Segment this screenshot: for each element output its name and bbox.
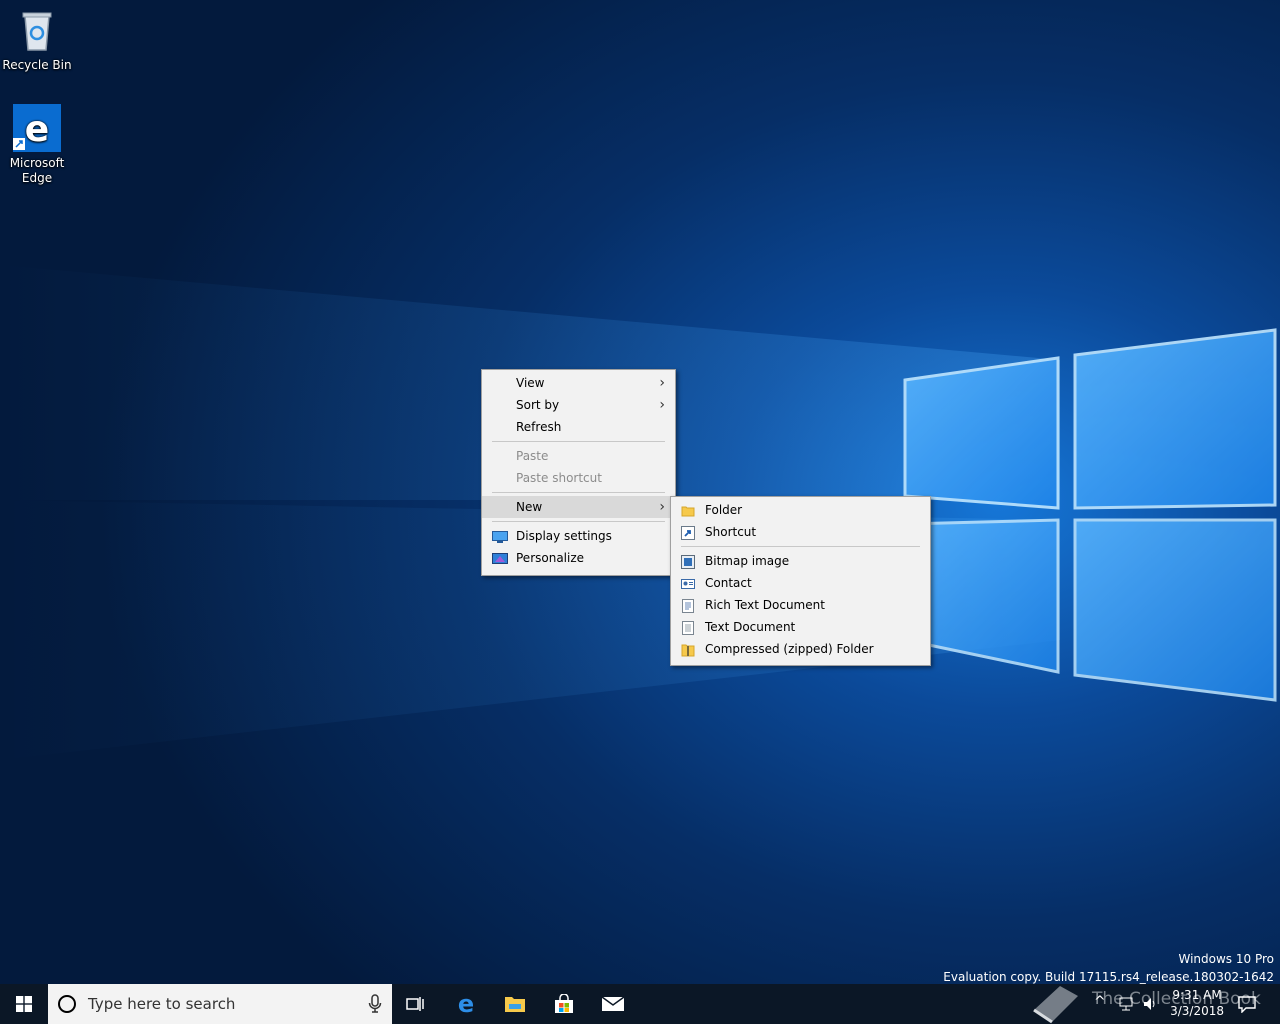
menu-separator xyxy=(492,521,665,522)
mail-icon xyxy=(601,996,625,1011)
taskbar: Type here to search e The Collection Boo… xyxy=(0,984,1280,1024)
watermark-edition: Windows 10 Pro xyxy=(1178,952,1274,966)
microsoft-edge-shortcut[interactable]: e Microsoft Edge xyxy=(1,104,73,186)
submenu-item-text-label: Text Document xyxy=(705,620,796,634)
text-document-icon xyxy=(681,620,695,635)
rich-text-document-icon xyxy=(681,598,695,613)
svg-text:e: e xyxy=(458,993,474,1015)
search-placeholder: Type here to search xyxy=(88,995,236,1013)
submenu-item-shortcut[interactable]: Shortcut xyxy=(671,521,930,543)
menu-item-new[interactable]: New › xyxy=(482,496,675,518)
clock-date: 3/3/2018 xyxy=(1170,1004,1224,1018)
windows-logo-icon xyxy=(16,996,32,1012)
system-tray: The Collection Book ^ 9:31 AM 3/3/2018 xyxy=(1030,984,1280,1024)
personalize-icon xyxy=(492,551,508,565)
recycle-bin-label: Recycle Bin xyxy=(2,58,72,72)
menu-item-paste-shortcut-label: Paste shortcut xyxy=(516,471,602,485)
menu-item-paste-shortcut: Paste shortcut xyxy=(482,467,675,489)
desktop-context-menu: View › Sort by › Refresh Paste Paste sho… xyxy=(481,369,676,576)
display-settings-icon xyxy=(492,529,508,543)
submenu-item-zip-label: Compressed (zipped) Folder xyxy=(705,642,874,656)
recycle-bin-shortcut[interactable]: Recycle Bin xyxy=(1,6,73,73)
chevron-right-icon: › xyxy=(659,397,665,413)
menu-item-view-label: View xyxy=(516,376,545,390)
menu-separator xyxy=(681,546,920,547)
book-overlay-icon xyxy=(1033,986,1078,1024)
menu-item-personalize[interactable]: Personalize xyxy=(482,547,675,569)
taskbar-store-button[interactable] xyxy=(540,984,588,1024)
folder-icon xyxy=(681,503,695,517)
submenu-item-folder[interactable]: Folder xyxy=(671,499,930,521)
microphone-icon[interactable] xyxy=(368,994,382,1017)
menu-item-display-settings[interactable]: Display settings xyxy=(482,525,675,547)
menu-item-sort-by[interactable]: Sort by › xyxy=(482,394,675,416)
menu-item-sort-by-label: Sort by xyxy=(516,398,560,412)
menu-item-display-settings-label: Display settings xyxy=(516,529,612,543)
store-icon xyxy=(555,994,573,1013)
menu-item-paste: Paste xyxy=(482,445,675,467)
network-icon[interactable] xyxy=(1118,996,1134,1012)
taskbar-clock[interactable]: 9:31 AM 3/3/2018 xyxy=(1170,987,1224,1019)
action-center-icon[interactable] xyxy=(1238,995,1256,1013)
submenu-item-rich-text-document[interactable]: Rich Text Document xyxy=(671,594,930,616)
shortcut-icon xyxy=(681,525,695,540)
menu-item-refresh[interactable]: Refresh xyxy=(482,416,675,438)
submenu-item-shortcut-label: Shortcut xyxy=(705,525,757,539)
menu-item-view[interactable]: View › xyxy=(482,372,675,394)
bitmap-image-icon xyxy=(681,554,695,569)
contact-icon xyxy=(681,576,695,590)
start-button[interactable] xyxy=(0,984,48,1024)
submenu-item-rtf-label: Rich Text Document xyxy=(705,598,825,612)
recycle-bin-icon xyxy=(13,6,61,54)
submenu-item-folder-label: Folder xyxy=(705,503,743,517)
microsoft-edge-label: Microsoft Edge xyxy=(9,156,65,185)
task-view-icon xyxy=(406,997,424,1011)
zip-folder-icon xyxy=(681,642,695,657)
menu-item-refresh-label: Refresh xyxy=(516,420,562,434)
menu-item-personalize-label: Personalize xyxy=(516,551,585,565)
taskbar-file-explorer-button[interactable] xyxy=(491,984,539,1024)
taskbar-search-box[interactable]: Type here to search xyxy=(48,984,392,1024)
show-hidden-icons-chevron-icon[interactable]: ^ xyxy=(1094,994,1106,1010)
volume-icon[interactable] xyxy=(1142,996,1158,1012)
task-view-button[interactable] xyxy=(392,984,440,1024)
evaluation-watermark: Windows 10 Pro Evaluation copy. Build 17… xyxy=(943,950,1274,986)
submenu-item-bitmap-image[interactable]: Bitmap image xyxy=(671,550,930,572)
menu-item-paste-label: Paste xyxy=(516,449,549,463)
menu-separator xyxy=(492,492,665,493)
chevron-right-icon: › xyxy=(659,375,665,391)
submenu-item-compressed-folder[interactable]: Compressed (zipped) Folder xyxy=(671,638,930,660)
submenu-item-bitmap-label: Bitmap image xyxy=(705,554,790,568)
taskbar-mail-button[interactable] xyxy=(589,984,637,1024)
menu-item-new-label: New xyxy=(516,500,543,514)
taskbar-edge-button[interactable]: e xyxy=(442,984,490,1024)
submenu-item-text-document[interactable]: Text Document xyxy=(671,616,930,638)
menu-separator xyxy=(492,441,665,442)
clock-time: 9:31 AM xyxy=(1172,988,1222,1002)
submenu-item-contact-label: Contact xyxy=(705,576,752,590)
cortana-icon xyxy=(58,995,76,1013)
new-submenu: Folder Shortcut Bitmap image Contact Ric… xyxy=(670,496,931,666)
edge-icon: e xyxy=(13,104,61,152)
submenu-item-contact[interactable]: Contact xyxy=(671,572,930,594)
svg-text:e: e xyxy=(25,109,49,150)
edge-icon: e xyxy=(458,993,474,1015)
file-explorer-icon xyxy=(505,997,525,1012)
chevron-right-icon: › xyxy=(659,499,665,515)
